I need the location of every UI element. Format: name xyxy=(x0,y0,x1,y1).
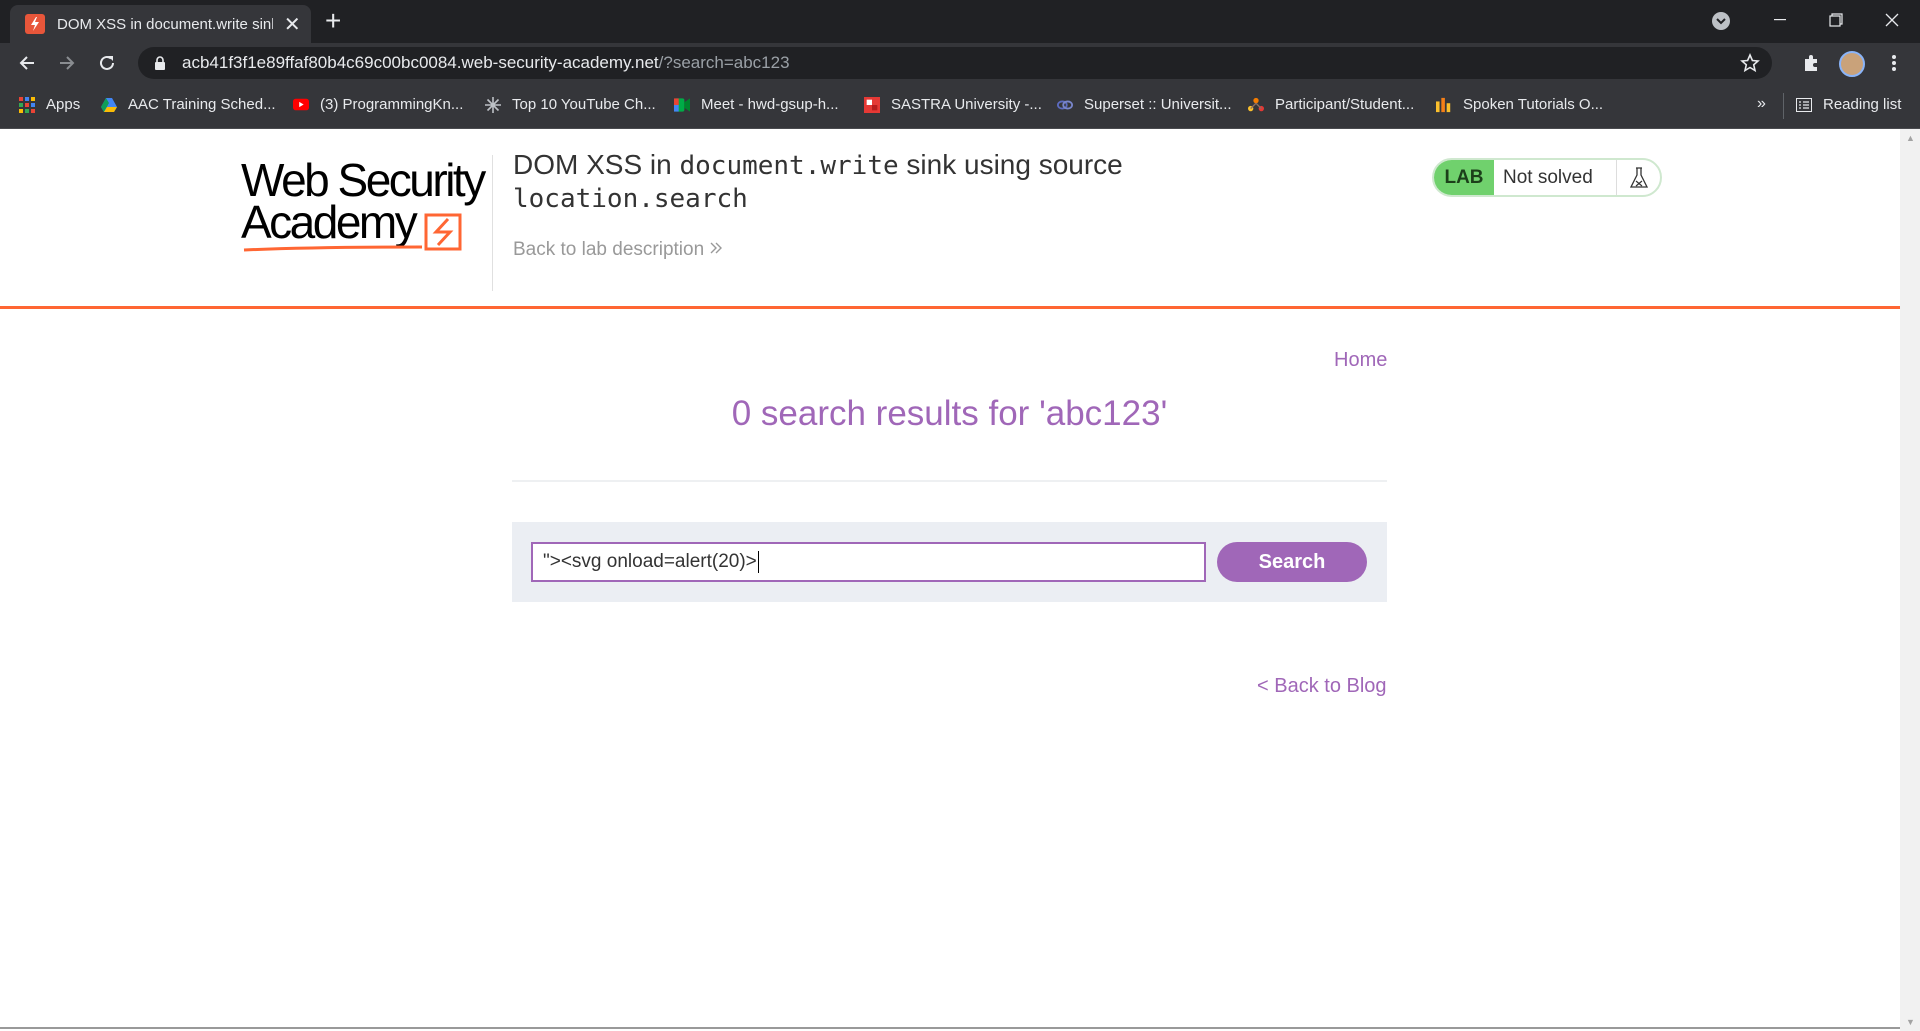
bookmarks-separator xyxy=(1783,93,1784,119)
search-button[interactable]: Search xyxy=(1217,542,1367,582)
page-bottom-border xyxy=(0,1027,1900,1029)
lab-title-code-source: location.search xyxy=(513,184,748,214)
results-divider xyxy=(512,480,1387,482)
lab-status-text: Not solved xyxy=(1503,166,1593,188)
reading-list-icon xyxy=(1796,97,1812,113)
window-close-icon[interactable] xyxy=(1864,0,1920,40)
browser-toolbar: acb41f3f1e89ffaf80b4c69c00bc0084.web-sec… xyxy=(0,43,1920,83)
apps-grid-icon xyxy=(19,96,35,113)
lab-title-middle: sink using source xyxy=(898,149,1123,180)
lab-title: DOM XSS in document.write sink using sou… xyxy=(513,149,1233,215)
lab-title-code-sink: document.write xyxy=(679,151,899,181)
home-link[interactable]: Home xyxy=(1334,349,1387,372)
bookmarks-overflow-button[interactable]: » xyxy=(1757,95,1766,113)
text-caret xyxy=(757,551,759,573)
back-to-lab-description-link[interactable]: Back to lab description xyxy=(513,239,723,261)
back-arrow-icon[interactable] xyxy=(13,49,41,77)
search-form: "><svg onload=alert(20)> Search xyxy=(512,522,1387,602)
lab-status-badge: LAB Not solved xyxy=(1432,158,1662,197)
bookmarks-bar: Apps AAC Training Sched... (3) Programmi… xyxy=(0,83,1920,129)
logo-bolt-icon xyxy=(243,213,462,252)
web-security-academy-logo[interactable]: Web Security Academy xyxy=(240,155,488,252)
scroll-down-arrow-icon[interactable]: ▼ xyxy=(1906,1017,1915,1027)
lock-icon[interactable] xyxy=(152,55,168,71)
lab-favicon-icon xyxy=(25,14,45,34)
superset-icon xyxy=(1057,97,1073,113)
search-results-heading: 0 search results for 'abc123' xyxy=(731,394,1168,433)
header-accent-line xyxy=(0,306,1900,309)
flask-icon xyxy=(1616,160,1660,195)
double-chevron-right-icon xyxy=(710,242,723,254)
sparkle-icon xyxy=(485,96,501,113)
scroll-up-arrow-icon[interactable]: ▲ xyxy=(1906,133,1915,143)
forward-arrow-icon[interactable] xyxy=(53,49,81,77)
youtube-icon xyxy=(293,97,309,113)
bookmark-aac-training[interactable]: AAC Training Sched... xyxy=(101,96,276,113)
bookmark-spoken-tutorials[interactable]: Spoken Tutorials O... xyxy=(1436,96,1603,113)
page-content: Web Security Academy DOM XSS in document… xyxy=(0,129,1900,1031)
tab-close-icon[interactable]: ✕ xyxy=(283,12,301,37)
sastra-icon xyxy=(864,96,880,113)
bookmark-label: AAC Training Sched... xyxy=(128,96,276,113)
bookmark-label: Spoken Tutorials O... xyxy=(1463,96,1604,113)
new-tab-button[interactable]: + xyxy=(325,7,341,35)
page-scrollbar[interactable]: ▲ ▼ xyxy=(1900,129,1920,1031)
bookmark-superset[interactable]: Superset :: Universit... xyxy=(1057,96,1232,113)
bookmark-google-meet[interactable]: Meet - hwd-gsup-h... xyxy=(674,96,839,113)
bookmark-label: (3) ProgrammingKn... xyxy=(320,96,464,113)
url-text: acb41f3f1e89ffaf80b4c69c00bc0084.web-sec… xyxy=(182,53,790,73)
restore-icon[interactable] xyxy=(1808,0,1864,40)
bookmark-label: Top 10 YouTube Ch... xyxy=(512,96,656,113)
bookmark-label: Participant/Student... xyxy=(1275,96,1415,113)
bookmark-label: Apps xyxy=(46,96,81,113)
spoken-tutorials-icon xyxy=(1436,97,1452,113)
back-to-blog-link[interactable]: < Back to Blog xyxy=(1257,675,1387,698)
lab-title-prefix: DOM XSS in xyxy=(513,149,680,180)
browser-tab-strip: DOM XSS in document.write sink ✕ + xyxy=(0,0,1920,43)
reload-icon[interactable] xyxy=(93,49,121,77)
bookmark-label: SASTRA University -... xyxy=(891,96,1042,113)
google-drive-icon xyxy=(101,97,117,113)
url-path: /?search=abc123 xyxy=(658,53,790,72)
bookmark-star-icon[interactable] xyxy=(1740,52,1760,78)
participant-icon xyxy=(1248,97,1264,113)
search-input[interactable]: "><svg onload=alert(20)> xyxy=(531,542,1206,582)
browser-menu-icon[interactable] xyxy=(1880,49,1908,77)
bookmark-sastra[interactable]: SASTRA University -... xyxy=(864,96,1042,113)
back-to-lab-description-label: Back to lab description xyxy=(513,239,705,260)
header-divider xyxy=(492,155,493,291)
tab-search-icon[interactable] xyxy=(1712,12,1730,30)
bookmark-label: Meet - hwd-gsup-h... xyxy=(701,96,839,113)
bookmark-participant-student[interactable]: Participant/Student... xyxy=(1248,96,1414,113)
reading-list-label: Reading list xyxy=(1823,96,1902,113)
bookmark-label: Superset :: Universit... xyxy=(1084,96,1232,113)
address-bar[interactable]: acb41f3f1e89ffaf80b4c69c00bc0084.web-sec… xyxy=(138,47,1772,79)
lab-label: LAB xyxy=(1434,160,1494,195)
search-input-value: "><svg onload=alert(20)> xyxy=(543,551,757,572)
profile-avatar-icon[interactable] xyxy=(1839,51,1865,77)
google-meet-icon xyxy=(674,97,690,113)
browser-tab[interactable]: DOM XSS in document.write sink ✕ xyxy=(10,5,311,43)
bookmark-apps[interactable]: Apps xyxy=(19,96,80,113)
minimize-icon[interactable] xyxy=(1752,0,1808,40)
extensions-puzzle-icon[interactable] xyxy=(1797,49,1825,77)
tab-title: DOM XSS in document.write sink xyxy=(57,15,274,33)
bookmark-programmingknowledge[interactable]: (3) ProgrammingKn... xyxy=(293,96,463,113)
bookmark-top10-youtube[interactable]: Top 10 YouTube Ch... xyxy=(485,96,656,113)
reading-list-button[interactable]: Reading list xyxy=(1796,96,1901,113)
url-host: acb41f3f1e89ffaf80b4c69c00bc0084.web-sec… xyxy=(182,53,659,72)
